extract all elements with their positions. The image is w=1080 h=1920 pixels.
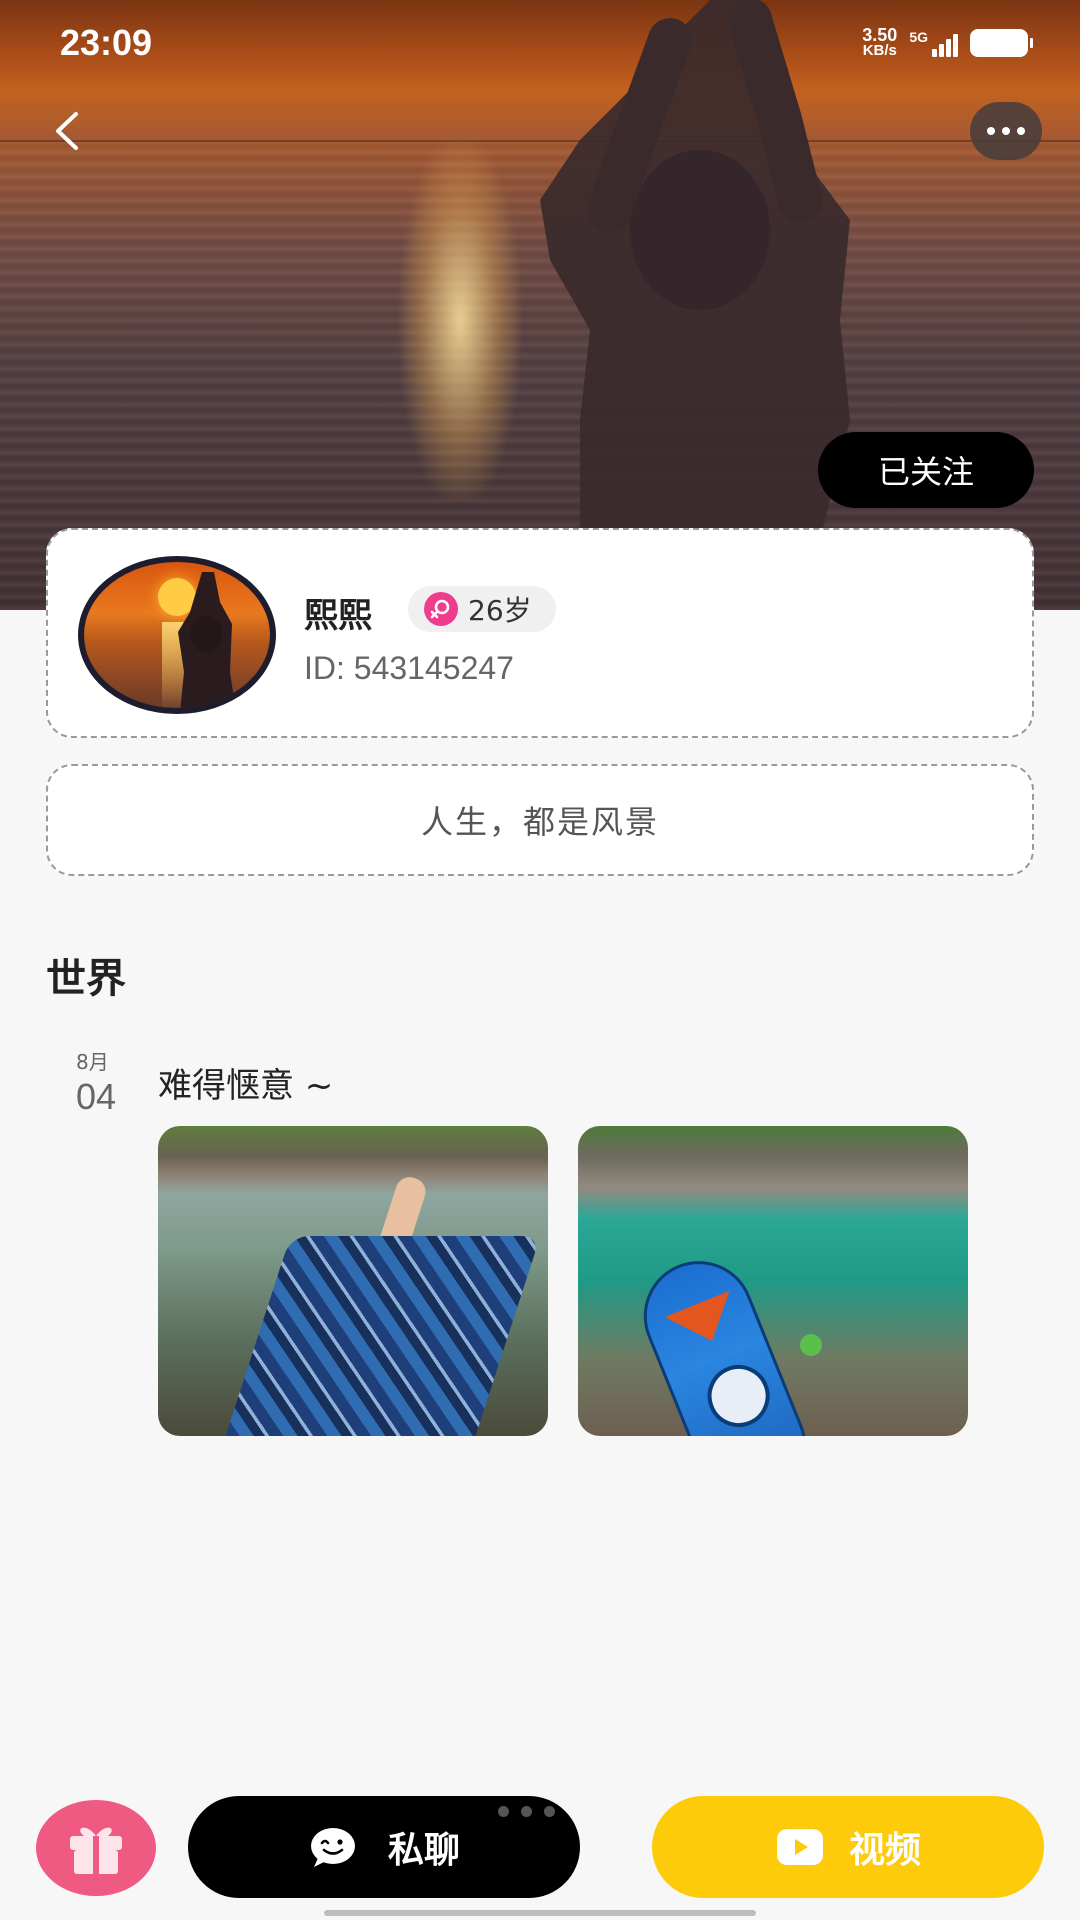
gender-age-badge: 26岁 <box>408 586 556 632</box>
video-call-label: 视频 <box>848 1830 921 1871</box>
signature-card: 人生，都是风景 <box>46 764 1034 876</box>
signal-icon: 5G <box>909 29 958 57</box>
status-time: 23:09 <box>60 22 153 63</box>
network-speed-unit: KB/s <box>862 42 897 59</box>
post-photo-2[interactable] <box>578 1126 968 1436</box>
video-play-icon <box>776 1829 823 1865</box>
post-photo-1[interactable] <box>158 1126 548 1436</box>
status-indicators: 3.50 KB/s 5G <box>862 25 1033 59</box>
home-indicator[interactable] <box>324 1910 756 1916</box>
user-id: ID: 543145247 <box>304 650 514 686</box>
post-day: 04 <box>76 1076 117 1117</box>
video-call-button[interactable]: 视频 <box>652 1796 1044 1898</box>
typing-dots <box>498 1806 555 1817</box>
chevron-left-icon <box>56 112 78 150</box>
battery-icon <box>970 29 1033 57</box>
post-text: 难得惬意 ~ <box>158 1066 334 1106</box>
gift-button[interactable] <box>36 1800 156 1896</box>
cover-sun-reflection <box>400 140 520 500</box>
section-title: 世界 <box>46 956 126 1002</box>
nickname: 熙熙 <box>304 596 372 636</box>
profile-card: 熙熙 26岁 ID: 543145247 <box>46 528 1034 738</box>
female-icon <box>424 592 458 626</box>
follow-button[interactable]: 已关注 <box>818 432 1034 508</box>
network-speed-value: 3.50 <box>862 25 898 45</box>
gift-icon <box>70 1827 122 1874</box>
network-type: 5G <box>909 29 928 45</box>
age-label: 26岁 <box>468 594 532 627</box>
back-button[interactable] <box>46 108 92 154</box>
chat-bubble-icon <box>310 1828 355 1867</box>
more-options-button[interactable] <box>970 102 1042 160</box>
avatar[interactable] <box>78 556 276 714</box>
network-speed: 3.50 KB/s <box>862 25 898 59</box>
profile-cover-image <box>0 0 1080 610</box>
ellipsis-icon <box>987 127 995 135</box>
private-chat-label: 私聊 <box>387 1830 460 1871</box>
post-month: 8月 <box>76 1050 109 1074</box>
